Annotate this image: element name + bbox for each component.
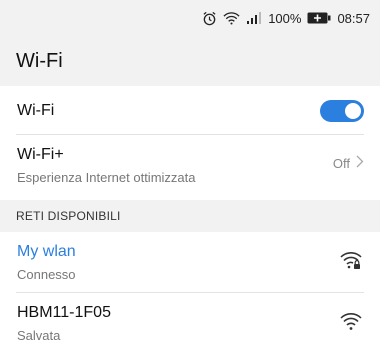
wifi-plus-description: Esperienza Internet ottimizzata bbox=[17, 170, 196, 185]
wifi-status-icon bbox=[223, 11, 240, 25]
battery-icon bbox=[307, 12, 331, 24]
toggle-knob bbox=[345, 103, 361, 119]
page-title: Wi-Fi bbox=[16, 49, 63, 72]
alarm-icon bbox=[202, 11, 217, 26]
wifi-signal-icon bbox=[340, 311, 362, 336]
wifi-locked-icon bbox=[340, 250, 362, 275]
network-status: Connesso bbox=[17, 267, 76, 282]
wifi-plus-row[interactable]: Wi-Fi+ Esperienza Internet ottimizzata O… bbox=[0, 135, 380, 199]
wifi-plus-state: Off bbox=[332, 155, 350, 171]
wifi-plus-label: Wi-Fi+ bbox=[17, 146, 64, 163]
section-header: RETI DISPONIBILI bbox=[0, 200, 380, 232]
wifi-toggle-label: Wi-Fi bbox=[17, 102, 55, 119]
network-name: HBM11-1F05 bbox=[17, 304, 111, 321]
network-item[interactable]: HBM11-1F05 Salvata bbox=[0, 293, 380, 342]
network-status: Salvata bbox=[17, 328, 61, 342]
network-name: My wlan bbox=[17, 243, 76, 260]
wifi-toggle-row[interactable]: Wi-Fi bbox=[0, 88, 380, 134]
status-bar: 100% 08:57 bbox=[0, 0, 380, 36]
wifi-toggle-switch[interactable] bbox=[320, 100, 364, 122]
battery-percent: 100% bbox=[268, 10, 302, 26]
network-item[interactable]: My wlan Connesso bbox=[0, 234, 380, 292]
chevron-right-icon bbox=[356, 155, 364, 171]
section-title: RETI DISPONIBILI bbox=[16, 209, 121, 223]
clock: 08:57 bbox=[337, 10, 370, 26]
app-bar: Wi-Fi bbox=[0, 36, 380, 86]
signal-icon bbox=[246, 12, 262, 24]
wifi-plus-value: Off bbox=[333, 155, 364, 171]
